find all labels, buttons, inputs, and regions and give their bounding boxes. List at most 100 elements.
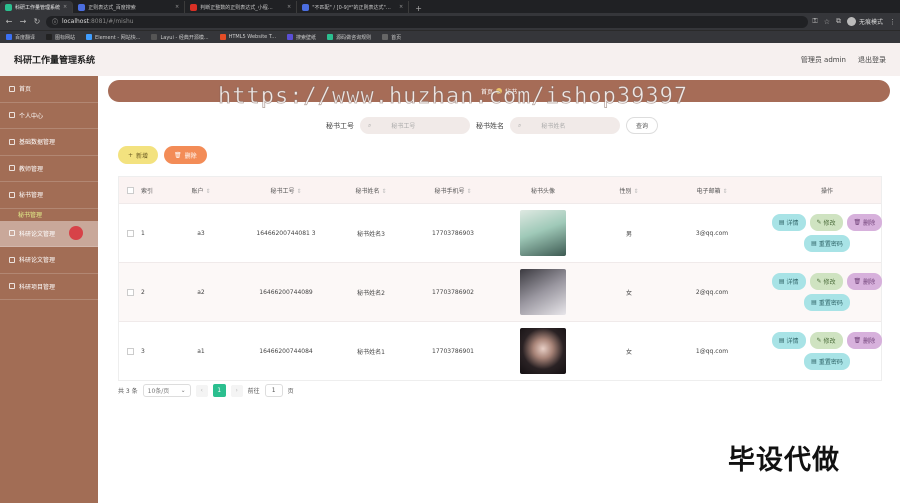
avatar-photo[interactable] [520,269,566,315]
cell-account: a3 [197,229,205,237]
reset-icon: ▤ [811,299,817,306]
reset-password-button[interactable]: ▤ 重置密码 [804,235,850,252]
bookmark-label: 图标网站 [55,34,76,41]
row-checkbox[interactable] [126,347,134,355]
close-icon[interactable]: × [63,4,67,10]
bookmark-7[interactable]: 首页 [382,34,401,41]
col-account[interactable]: 账户 ⇕ [161,186,241,195]
bookmark-3[interactable]: Layui - 经典开源模... [151,34,209,41]
new-tab-icon[interactable]: + [409,4,428,13]
add-button[interactable]: + 新增 [118,146,159,164]
secretary-no-input[interactable]: ⌕ 秘书工号 [360,117,470,134]
row-actions: ▤ 详情 ✎ 修改 🗑 删除 ▤ 重置密码 [757,273,897,311]
cell-email: 2@qq.com [695,288,729,296]
browser-tab-2[interactable]: 判断正整数的正则表达式_小程… × [185,1,298,13]
sidebar-subitem-secretaries[interactable]: 秘书管理 [0,209,98,221]
edit-button[interactable]: ✎ 修改 [809,214,843,231]
avatar-photo[interactable] [520,210,566,256]
reset-password-button[interactable]: ▤ 重置密码 [804,353,850,370]
close-icon[interactable]: × [399,4,403,10]
breadcrumb-separator-icon [496,88,502,94]
close-icon[interactable]: × [175,4,179,10]
col-sex[interactable]: 性别 ⇕ [591,186,667,195]
select-all-checkbox[interactable] [126,186,134,194]
prev-page-icon[interactable]: ‹ [195,384,208,397]
row-checkbox[interactable] [126,288,134,296]
avatar-photo[interactable] [520,328,566,374]
col-email[interactable]: 电子邮箱 ⇕ [667,186,757,195]
extensions-icon[interactable]: ⧉ [836,17,841,26]
col-no[interactable]: 秘书工号 ⇕ [241,186,331,195]
bookmark-1[interactable]: 图标网站 [46,34,75,41]
logout-link[interactable]: 退出登录 [858,55,886,65]
batch-delete-button[interactable]: 🗑 删除 [164,146,207,164]
detail-button[interactable]: ▤ 详情 [771,332,806,349]
sidebar-item-papers[interactable]: 科研论文管理 [0,247,98,274]
browser-tab-1[interactable]: 正则表达式_百度搜索 × [73,1,186,13]
browser-tab-0[interactable]: 科研工作量管理系统 × [0,1,74,13]
bookmark-6[interactable]: 源码做咨询规则 [327,34,371,41]
bookmark-label: 搜索壁纸 [296,34,317,41]
edit-button[interactable]: ✎ 修改 [809,273,843,290]
cell-index: 2 [141,288,145,296]
tab-title: 科研工作量管理系统 [15,4,61,11]
edit-button[interactable]: ✎ 修改 [809,332,843,349]
close-icon[interactable]: × [287,4,291,10]
cell-account: a2 [197,288,205,296]
next-page-icon[interactable]: › [230,384,243,397]
sidebar-item-home[interactable]: 首页 [0,76,98,103]
col-name[interactable]: 秘书姓名 ⇕ [331,186,411,195]
url-input[interactable]: ⓘ localhost:8081/#/mishu [46,15,809,28]
menu-icon[interactable]: ⋮ [889,18,896,26]
sort-icon: ⇕ [205,187,211,195]
cell-no: 16466200744084 [259,347,313,355]
profile-button[interactable]: 无痕模式 [846,17,883,26]
bookmark-5[interactable]: 搜索壁纸 [287,34,316,41]
key-icon[interactable]: ⚿ [812,17,817,26]
sidebar-item-label: 个人中心 [19,112,44,120]
bookmark-0[interactable]: 百度翻译 [6,34,35,41]
sidebar-item-teachers[interactable]: 教师管理 [0,156,98,182]
star-icon[interactable]: ☆ [824,18,830,26]
delete-button[interactable]: 🗑 删除 [846,332,883,349]
page-size-select[interactable]: 10条/页 ⌄ [142,384,191,397]
reset-password-button[interactable]: ▤ 重置密码 [804,294,850,311]
op-label: 删除 [863,220,876,227]
sidebar-item-projects[interactable]: 科研项目管理 [0,274,98,300]
back-icon[interactable]: ← [4,17,14,26]
reload-icon[interactable]: ↻ [32,17,42,26]
browser-tab-3[interactable]: "不匹配" / [0-9]*"的正则表达式"… × [297,1,410,13]
sidebar-item-label: 科研论文管理 [19,257,56,265]
cell-no: 16466200744089 [259,288,313,296]
trash-icon: 🗑 [174,151,182,159]
query-button[interactable]: 查询 [626,117,659,134]
edit-icon: ✎ [816,219,822,226]
delete-button[interactable]: 🗑 删除 [846,214,883,231]
bookmark-2[interactable]: Element - 网站快... [86,34,140,41]
goto-page-input[interactable]: 1 [264,384,283,397]
detail-button[interactable]: ▤ 详情 [771,273,806,290]
col-phone[interactable]: 秘书手机号 ⇕ [411,186,495,195]
page-number[interactable]: 1 [212,384,226,397]
sidebar-item-papers-active[interactable]: 科研论文管理 [0,220,98,247]
forward-icon[interactable]: → [18,17,28,26]
teacher-icon [9,165,15,172]
col-ops: 操作 [820,187,833,195]
bookmark-4[interactable]: HTML5 Website T... [219,34,276,40]
sidebar-item-base-data[interactable]: 基础数据管理 [0,129,98,156]
page-unit: 页 [287,388,294,395]
detail-button[interactable]: ▤ 详情 [771,214,806,231]
cell-account: a1 [197,347,205,355]
bookmark-icon [46,34,53,40]
secretary-name-input[interactable]: ⌕ 秘书姓名 [510,117,620,134]
op-label: 详情 [786,338,799,345]
breadcrumb-home[interactable]: 首页 [481,87,493,96]
search-icon: ⌕ [518,121,522,129]
sidebar-item-profile[interactable]: 个人中心 [0,103,98,129]
bookmark-icon [382,34,389,40]
row-checkbox[interactable] [126,229,134,237]
tab-favicon-icon [190,3,198,11]
sidebar-item-secretaries[interactable]: 秘书管理 [0,182,98,209]
address-bar-row: ← → ↻ ⓘ localhost:8081/#/mishu ⚿ ☆ ⧉ 无痕模… [0,13,900,30]
delete-button[interactable]: 🗑 删除 [846,273,883,290]
